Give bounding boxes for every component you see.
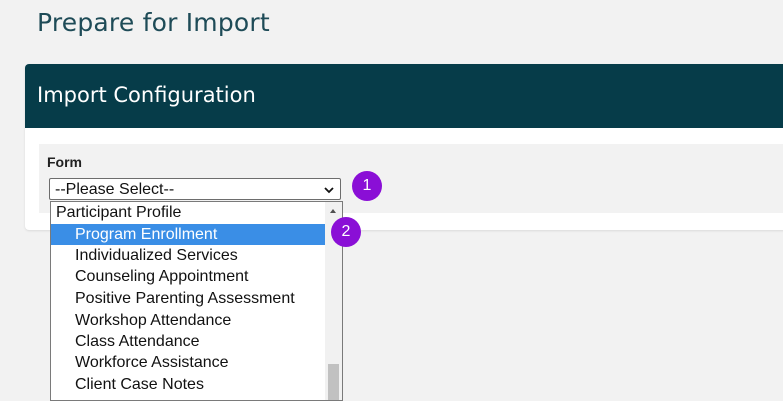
dropdown-option-class-attendance[interactable]: Class Attendance xyxy=(51,331,326,352)
dropdown-option-client-case-notes[interactable]: Client Case Notes xyxy=(51,374,326,395)
dropdown-option-group[interactable]: Participant Profile xyxy=(51,202,331,223)
scrollbar-thumb[interactable] xyxy=(328,364,339,400)
dropdown-option-individualized-services[interactable]: Individualized Services xyxy=(51,245,326,266)
scroll-up-icon[interactable] xyxy=(330,209,336,213)
page-title: Prepare for Import xyxy=(37,8,270,37)
callout-badge-1: 1 xyxy=(352,171,382,201)
callout-badge-2: 2 xyxy=(331,217,361,247)
panel-header: Import Configuration xyxy=(25,64,783,128)
form-select-value: --Please Select-- xyxy=(55,181,175,198)
dropdown-option-positive-parenting-assessment[interactable]: Positive Parenting Assessment xyxy=(51,288,326,309)
dropdown-option-counseling-appointment[interactable]: Counseling Appointment xyxy=(51,266,326,287)
dropdown-option-program-enrollment[interactable]: Program Enrollment xyxy=(51,224,326,245)
dropdown-option-workforce-assistance[interactable]: Workforce Assistance xyxy=(51,352,326,373)
dropdown-option-workshop-attendance[interactable]: Workshop Attendance xyxy=(51,310,326,331)
chevron-down-icon xyxy=(324,187,334,194)
panel-title: Import Configuration xyxy=(37,83,256,107)
form-dropdown-list[interactable]: Participant Profile Program Enrollment I… xyxy=(50,201,343,401)
form-select[interactable]: --Please Select-- xyxy=(49,178,341,200)
form-label: Form xyxy=(47,154,82,170)
